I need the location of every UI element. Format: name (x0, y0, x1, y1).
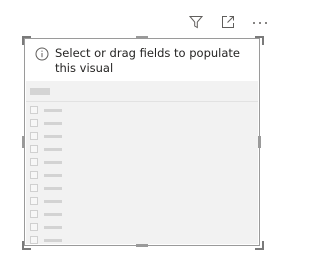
placeholder-checkbox (30, 106, 38, 114)
placeholder-checkbox (30, 119, 38, 127)
placeholder-text-line-2: this visual (55, 61, 114, 75)
placeholder-line (44, 160, 62, 164)
info-icon (35, 47, 49, 61)
placeholder-line (44, 147, 62, 151)
resize-handle-left[interactable] (22, 136, 25, 148)
resize-handle-top-left[interactable] (22, 36, 31, 45)
empty-visual-message: Select or drag fields to populate this v… (35, 46, 255, 76)
placeholder-line (44, 212, 62, 216)
placeholder-row (30, 119, 62, 127)
placeholder-row (30, 132, 62, 140)
placeholder-text-line-1: Select or drag fields to populate (55, 46, 240, 60)
placeholder-text: Select or drag fields to populate this v… (55, 46, 240, 76)
more-options-icon[interactable] (251, 13, 269, 31)
placeholder-row (30, 236, 62, 244)
placeholder-row (30, 171, 62, 179)
placeholder-row (30, 145, 62, 153)
filter-icon[interactable] (187, 13, 205, 31)
placeholder-checkbox (30, 132, 38, 140)
placeholder-checkbox (30, 158, 38, 166)
resize-handle-bottom-left[interactable] (22, 241, 31, 250)
focus-mode-icon[interactable] (219, 13, 237, 31)
placeholder-line (44, 134, 62, 138)
placeholder-checkbox (30, 210, 38, 218)
placeholder-checkbox (30, 145, 38, 153)
placeholder-row (30, 106, 62, 114)
placeholder-line (44, 121, 62, 125)
resize-handle-bottom[interactable] (136, 244, 148, 247)
placeholder-line (44, 238, 62, 242)
placeholder-line (44, 173, 62, 177)
resize-handle-top[interactable] (136, 36, 148, 39)
visual-header (187, 13, 269, 31)
placeholder-checkbox (30, 171, 38, 179)
visual-stage: Select or drag fields to populate this v… (0, 0, 291, 276)
placeholder-row (30, 184, 62, 192)
placeholder-line (44, 225, 62, 229)
table-placeholder-preview (26, 81, 258, 244)
table-visual[interactable]: Select or drag fields to populate this v… (24, 38, 260, 246)
placeholder-line (44, 186, 62, 190)
placeholder-row (30, 158, 62, 166)
placeholder-line (44, 108, 62, 112)
placeholder-checkbox (30, 223, 38, 231)
resize-handle-top-right[interactable] (255, 36, 264, 45)
placeholder-checkbox (30, 236, 38, 244)
placeholder-row (30, 223, 62, 231)
resize-handle-right[interactable] (258, 136, 261, 148)
placeholder-row (30, 210, 62, 218)
placeholder-divider (26, 101, 258, 102)
placeholder-line (44, 199, 62, 203)
placeholder-row (30, 197, 62, 205)
placeholder-header-bar (30, 88, 50, 95)
placeholder-checkbox (30, 184, 38, 192)
resize-handle-bottom-right[interactable] (255, 241, 264, 250)
placeholder-checkbox (30, 197, 38, 205)
